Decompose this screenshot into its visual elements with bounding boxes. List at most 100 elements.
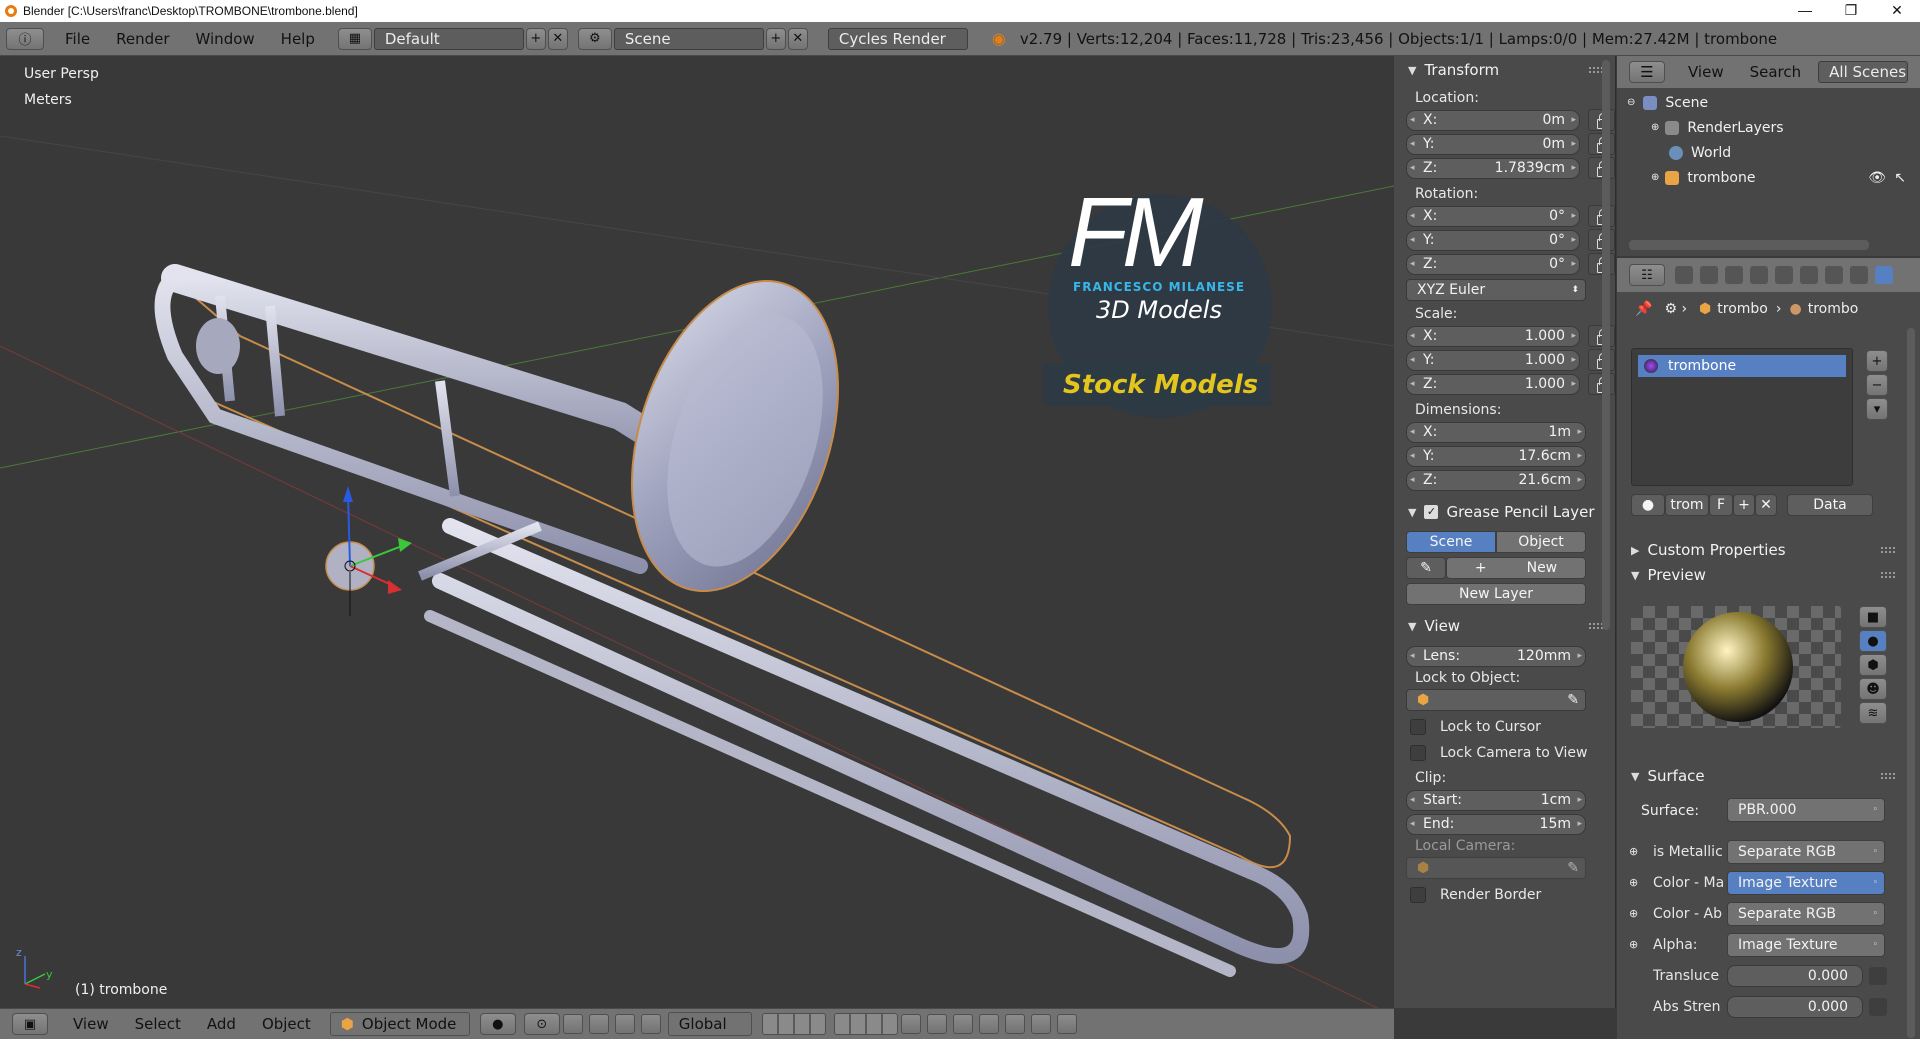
eyedropper-icon[interactable]: ✎ xyxy=(1567,860,1579,876)
translate-manipulator-icon[interactable] xyxy=(588,1014,609,1034)
location-x-row[interactable]: X:0m xyxy=(1394,108,1615,132)
checkbox-checked-icon[interactable]: ✓ xyxy=(1424,505,1439,519)
socket-icon[interactable] xyxy=(1869,966,1887,985)
menu-window[interactable]: Window xyxy=(183,30,268,48)
object-tab-icon[interactable] xyxy=(1775,266,1793,284)
outliner-scrollbar[interactable] xyxy=(1629,240,1869,250)
outliner-editor-icon[interactable]: ☰ xyxy=(1629,61,1665,83)
menu-select[interactable]: Select xyxy=(122,1015,194,1033)
clip-end-field[interactable]: End:15m xyxy=(1394,812,1615,836)
editor-type-icon[interactable]: ▣ xyxy=(12,1013,48,1035)
expand-icon[interactable]: ⊕ xyxy=(1629,876,1653,889)
menu-help[interactable]: Help xyxy=(268,30,328,48)
close-button[interactable]: ✕ xyxy=(1874,0,1920,22)
input-color-ma-select[interactable]: Image Texture ◦ xyxy=(1727,870,1885,895)
rotation-z-row[interactable]: Z:0° xyxy=(1394,252,1615,276)
snap-icon[interactable] xyxy=(952,1014,973,1034)
expand-icon[interactable]: ⊕ xyxy=(1629,938,1653,951)
abs-strength-field[interactable]: 0.000 xyxy=(1727,995,1863,1018)
gp-new-button[interactable]: + New xyxy=(1446,557,1586,579)
translucence-field[interactable]: 0.000 xyxy=(1727,964,1863,987)
remove-layout-icon[interactable]: ✕ xyxy=(547,27,568,50)
lens-field[interactable]: Lens:120mm xyxy=(1394,644,1615,668)
layout-field[interactable]: Default xyxy=(373,27,524,50)
pencil-icon[interactable]: ✎ xyxy=(1406,557,1446,579)
eyedropper-icon[interactable]: ✎ xyxy=(1567,692,1579,708)
panel-scrollbar[interactable] xyxy=(1602,60,1610,630)
expand-icon[interactable]: ⊕ xyxy=(1629,845,1653,858)
link-select[interactable]: Data xyxy=(1787,494,1873,516)
menu-add[interactable]: Add xyxy=(194,1015,249,1033)
slot-menu-icon[interactable]: ▾ xyxy=(1866,398,1888,420)
surface-header[interactable]: ▼ Surface xyxy=(1617,764,1907,788)
preview-sphere-icon[interactable]: ● xyxy=(1859,630,1887,652)
scene-icon[interactable]: ⚙ xyxy=(577,27,612,50)
world-tab-icon[interactable] xyxy=(1750,266,1768,284)
render-border-checkbox[interactable]: Render Border xyxy=(1394,880,1615,910)
maximize-button[interactable]: ❐ xyxy=(1828,0,1874,22)
lock-layers-icon[interactable] xyxy=(900,1014,921,1034)
remove-slot-icon[interactable]: − xyxy=(1866,374,1888,396)
lock-object-field[interactable]: ⬢ ✎ xyxy=(1406,689,1586,711)
outliner-item-world[interactable]: World xyxy=(1617,140,1920,165)
proportional-edit-icon[interactable] xyxy=(926,1014,947,1034)
editor-type-info-icon[interactable]: ⓘ xyxy=(6,27,44,50)
dimensions-y-row[interactable]: Y:17.6cm xyxy=(1394,444,1615,468)
properties-editor-icon[interactable]: ☷ xyxy=(1629,264,1665,286)
grease-pencil-panel-header[interactable]: ▼ ✓ Grease Pencil Layer xyxy=(1394,500,1615,524)
outliner-item-renderlayers[interactable]: ⊕ RenderLayers xyxy=(1617,115,1920,140)
snap-element-icon[interactable] xyxy=(978,1014,999,1034)
minimize-button[interactable]: — xyxy=(1782,0,1828,22)
render-tab-icon[interactable] xyxy=(1675,266,1693,284)
3d-viewport[interactable]: User Persp Meters (1) trombone z y FM FR… xyxy=(0,56,1394,1008)
unlink-material-icon[interactable]: ✕ xyxy=(1755,494,1777,516)
data-tab-icon[interactable] xyxy=(1850,266,1868,284)
transform-panel-header[interactable]: ▼ Transform xyxy=(1394,58,1615,82)
rotation-y-row[interactable]: Y:0° xyxy=(1394,228,1615,252)
constraints-tab-icon[interactable] xyxy=(1800,266,1818,284)
preview-hair-icon[interactable]: ≋ xyxy=(1859,702,1887,724)
outliner-item-trombone[interactable]: ⊕ trombone 👁 ↖ xyxy=(1617,165,1920,190)
menu-object[interactable]: Object xyxy=(249,1015,324,1033)
properties-scrollbar[interactable] xyxy=(1907,328,1915,1038)
location-z-row[interactable]: Z:1.7839cm xyxy=(1394,156,1615,180)
add-layout-icon[interactable]: + xyxy=(525,27,546,50)
dimensions-z-row[interactable]: Z:21.6cm xyxy=(1394,468,1615,492)
layers-grid-2[interactable] xyxy=(833,1013,898,1035)
material-tab-icon[interactable] xyxy=(1875,266,1893,284)
gp-scene-tab[interactable]: Scene xyxy=(1406,531,1496,553)
outliner-filter-select[interactable]: All Scenes xyxy=(1818,61,1909,83)
socket-icon[interactable] xyxy=(1869,997,1887,1016)
material-slot-item[interactable]: trombone xyxy=(1638,355,1846,377)
pivot-point-icon[interactable]: ⊙ xyxy=(523,1013,560,1035)
mode-select[interactable]: ⬢ Object Mode xyxy=(329,1012,470,1036)
view-panel-header[interactable]: ▼ View xyxy=(1394,614,1615,638)
scale-z-row[interactable]: Z:1.000 xyxy=(1394,372,1615,396)
rotation-mode-select[interactable]: XYZ Euler ⬍ xyxy=(1406,279,1586,301)
preview-header[interactable]: ▼ Preview xyxy=(1617,563,1907,587)
screen-layout-icon[interactable]: ▦ xyxy=(337,27,372,50)
gp-new-layer-button[interactable]: New Layer xyxy=(1406,583,1586,605)
dimensions-x-row[interactable]: X:1m xyxy=(1394,420,1615,444)
custom-properties-header[interactable]: ▶ Custom Properties xyxy=(1617,538,1907,562)
render-engine-select[interactable]: Cycles Render xyxy=(827,27,968,50)
add-slot-icon[interactable]: + xyxy=(1866,350,1888,372)
manipulator-toggle-icon[interactable] xyxy=(562,1014,583,1034)
rotate-manipulator-icon[interactable] xyxy=(614,1014,635,1034)
menu-view[interactable]: View xyxy=(60,1015,122,1033)
menu-file[interactable]: File xyxy=(52,30,103,48)
lock-camera-checkbox[interactable]: Lock Camera to View xyxy=(1394,738,1615,768)
viewport-shading-icon[interactable]: ● xyxy=(479,1013,516,1035)
modifiers-tab-icon[interactable] xyxy=(1825,266,1843,284)
gp-object-tab[interactable]: Object xyxy=(1496,531,1586,553)
local-camera-field[interactable]: ⬢ ✎ xyxy=(1406,857,1586,879)
scene-tab-icon[interactable] xyxy=(1725,266,1743,284)
outliner-item-scene[interactable]: ⊖ Scene xyxy=(1617,90,1920,115)
location-y-row[interactable]: Y:0m xyxy=(1394,132,1615,156)
surface-select[interactable]: PBR.000 ◦ xyxy=(1727,798,1885,822)
input-color-ab-select[interactable]: Separate RGB ◦ xyxy=(1727,901,1885,926)
scale-y-row[interactable]: Y:1.000 xyxy=(1394,348,1615,372)
preview-monkey-icon[interactable]: ☻ xyxy=(1859,678,1887,700)
new-material-icon[interactable]: + xyxy=(1733,494,1755,516)
remove-scene-icon[interactable]: ✕ xyxy=(787,27,808,50)
